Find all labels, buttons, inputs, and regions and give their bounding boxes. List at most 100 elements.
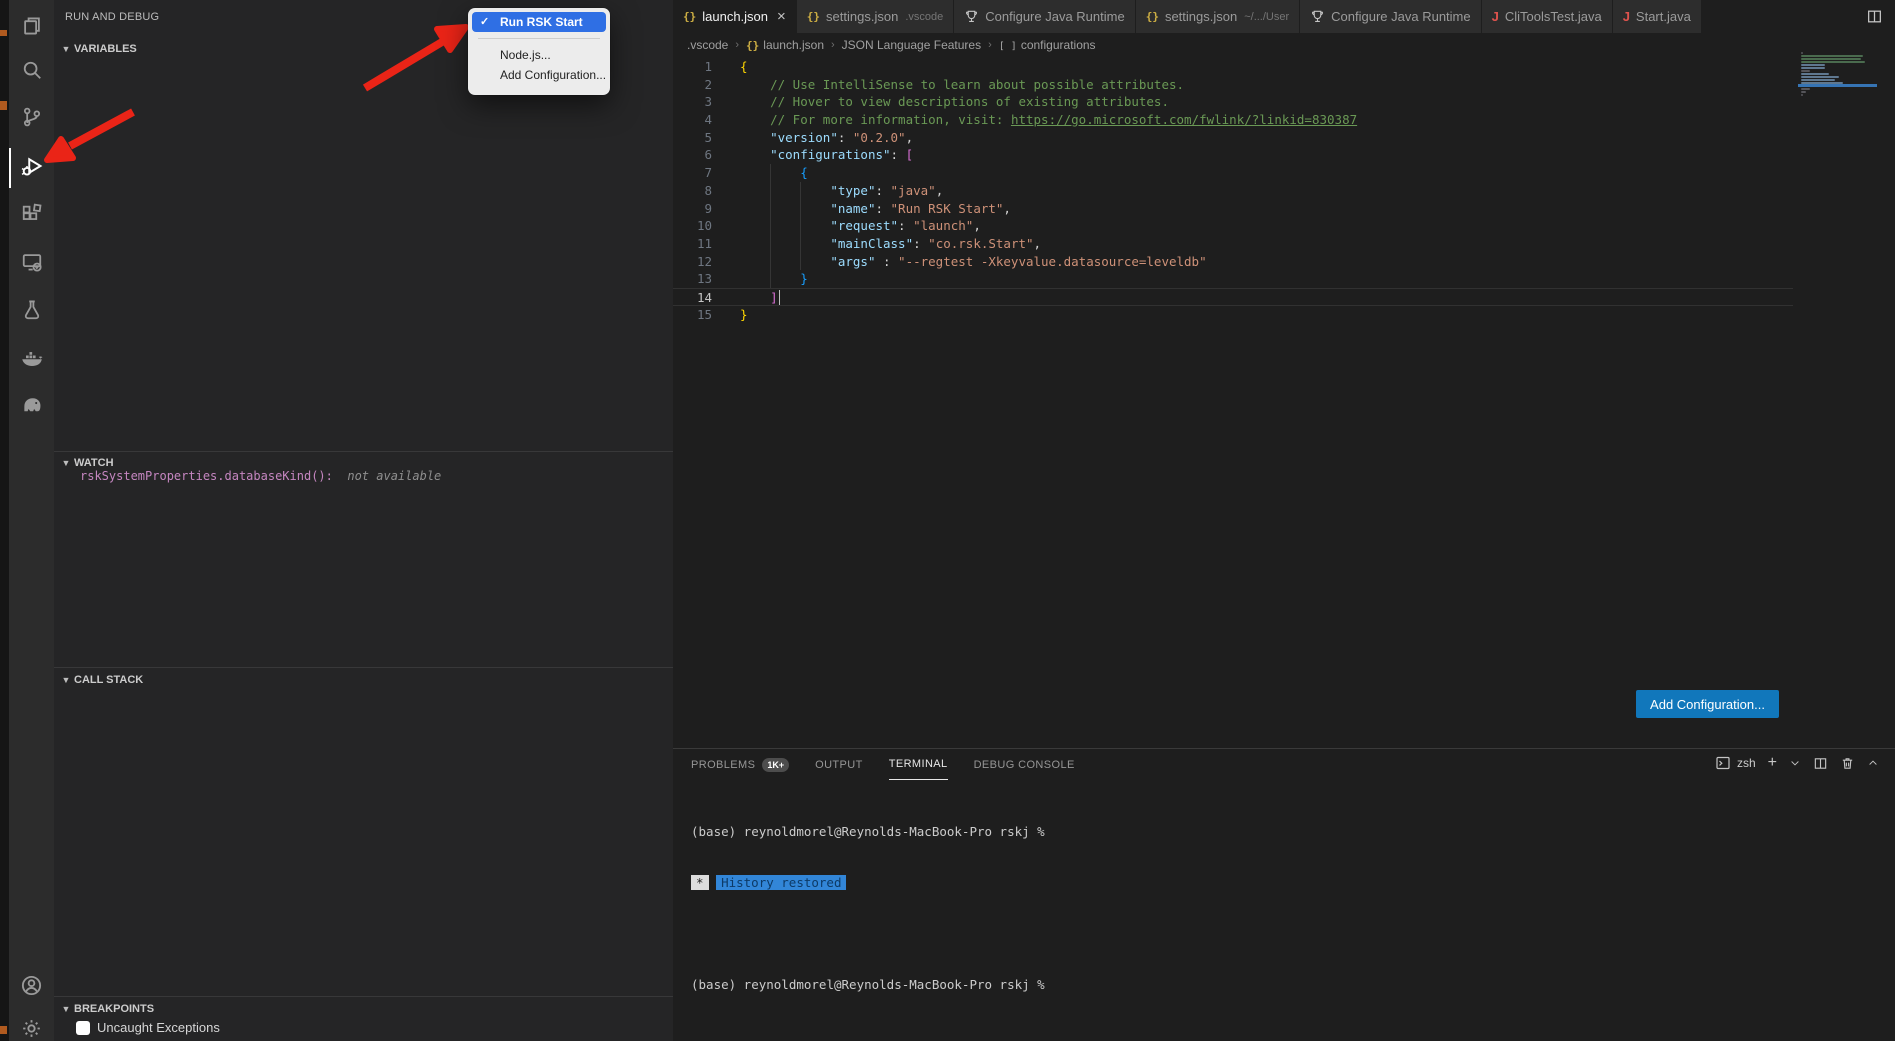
code-line-13: 13 } <box>673 270 1793 288</box>
tab-configure-java-runtime[interactable]: Configure Java Runtime <box>954 0 1135 33</box>
line-number: 8 <box>673 182 712 200</box>
tab-launch-json[interactable]: {}launch.json× <box>673 0 797 33</box>
tab-settings-json[interactable]: {}settings.json.vscode <box>797 0 954 33</box>
shell-name[interactable]: zsh <box>1737 756 1756 770</box>
docker-whale-icon <box>20 345 44 374</box>
split-editor-icon[interactable] <box>1866 8 1883 25</box>
bottom-panel: PROBLEMS1K+ OUTPUT TERMINAL DEBUG CONSOLE z… <box>673 748 1895 1041</box>
sidebar-item-run-and-debug[interactable] <box>9 148 54 188</box>
line-number: 13 <box>673 270 712 288</box>
line-number: 7 <box>673 164 712 182</box>
chevron-down-icon: ▼ <box>58 1004 74 1014</box>
code-line-11: 11 "mainClass": "co.rsk.Start", <box>673 235 1793 253</box>
menu-item-nodejs[interactable]: Node.js... <box>472 45 606 65</box>
line-number: 14 <box>673 289 712 307</box>
line-number: 3 <box>673 93 712 111</box>
editor-area: {}launch.json×{}settings.json.vscodeConf… <box>673 0 1895 748</box>
minimap-current-line-bar <box>1798 84 1877 87</box>
flask-icon <box>21 298 43 325</box>
terminal-history-line: * History restored <box>691 874 1045 891</box>
problems-count-badge: 1K+ <box>762 758 789 772</box>
activity-bar <box>9 0 54 1041</box>
json-braces-icon: {} <box>746 39 759 52</box>
sidebar-item-docker[interactable] <box>9 339 54 379</box>
elephant-icon <box>20 393 44 422</box>
minimap[interactable] <box>1801 52 1871 97</box>
run-and-debug-sidebar: RUN AND DEBUG ⚙ ⋯ ▼ VARIABLES ▼ WATCH rs… <box>54 0 673 1041</box>
split-terminal-icon[interactable] <box>1813 756 1828 771</box>
array-symbol-icon: [ ] <box>999 41 1017 52</box>
java-runtime-cup-icon <box>1310 9 1325 24</box>
code-line-10: 10 "request": "launch", <box>673 217 1793 235</box>
sidebar-item-source-control[interactable] <box>9 99 54 139</box>
json-braces-icon: {} <box>807 10 820 23</box>
breadcrumb-item[interactable]: JSON Language Features <box>842 38 981 52</box>
kill-terminal-trash-icon[interactable] <box>1840 756 1855 771</box>
line-number: 5 <box>673 129 712 147</box>
code-line-15: 15} <box>673 306 1793 324</box>
sidebar-item-explorer[interactable] <box>9 8 54 48</box>
line-number: 2 <box>673 76 712 94</box>
code-line-12: 12 "args" : "--regtest -Xkeyvalue.dataso… <box>673 253 1793 271</box>
code-editor[interactable]: 1{2 // Use IntelliSense to learn about p… <box>673 58 1895 323</box>
line-number: 12 <box>673 253 712 271</box>
menu-item-add-configuration[interactable]: Add Configuration... <box>472 65 606 85</box>
close-icon[interactable]: × <box>777 8 786 25</box>
sidebar-item-extensions[interactable] <box>9 195 54 235</box>
panel-tab-debug-console[interactable]: DEBUG CONSOLE <box>974 749 1075 780</box>
source-control-icon <box>21 106 43 133</box>
search-icon <box>21 59 43 86</box>
terminal-prompt-line: (base) reynoldmorel@Reynolds-MacBook-Pro… <box>691 823 1045 840</box>
debug-config-dropdown-menu: ✓ Run RSK Start Node.js... Add Configura… <box>468 8 610 95</box>
debug-icon <box>21 154 45 183</box>
activity-bar-accounts-button[interactable] <box>9 968 54 1008</box>
check-icon: ✓ <box>480 12 489 32</box>
chevron-down-icon: ▼ <box>58 458 74 468</box>
breadcrumb-item[interactable]: {}launch.json <box>746 38 824 52</box>
sidebar-item-remote-explorer[interactable] <box>9 244 54 284</box>
watch-expression[interactable]: rskSystemProperties.databaseKind(): not … <box>80 469 441 483</box>
panel-tab-bar: PROBLEMS1K+ OUTPUT TERMINAL DEBUG CONSOLE <box>691 749 1075 780</box>
add-configuration-button[interactable]: Add Configuration... <box>1636 690 1779 718</box>
terminal-prompt-line: (base) reynoldmorel@Reynolds-MacBook-Pro… <box>691 976 1045 993</box>
activity-bar-settings-button[interactable] <box>9 1011 54 1041</box>
code-line-4: 4 // For more information, visit: https:… <box>673 111 1793 129</box>
tab-settings-json[interactable]: {}settings.json~/.../User <box>1136 0 1300 33</box>
sidebar-item-search[interactable] <box>9 52 54 92</box>
background-window-sliver <box>0 0 9 1041</box>
menu-item-run-rsk-start[interactable]: ✓ Run RSK Start <box>472 12 606 32</box>
tab-clitoolstest-java[interactable]: JCliToolsTest.java <box>1482 0 1613 33</box>
code-line-1: 1{ <box>673 58 1793 76</box>
files-icon <box>21 15 43 42</box>
panel-tab-output[interactable]: OUTPUT <box>815 749 863 780</box>
sidebar-item-gradle[interactable] <box>9 387 54 427</box>
sidebar-title: RUN AND DEBUG <box>65 11 159 23</box>
line-number: 6 <box>673 146 712 164</box>
extensions-icon <box>21 202 43 229</box>
line-number: 10 <box>673 217 712 235</box>
java-runtime-cup-icon <box>964 9 979 24</box>
uncaught-exceptions-checkbox[interactable] <box>76 1021 90 1035</box>
maximize-panel-chevron-icon[interactable] <box>1867 757 1879 769</box>
line-number: 15 <box>673 306 712 324</box>
code-line-6: 6 "configurations": [ <box>673 146 1793 164</box>
java-file-icon: J <box>1623 9 1630 24</box>
tab-configure-java-runtime[interactable]: Configure Java Runtime <box>1300 0 1481 33</box>
section-breakpoints[interactable]: ▼ BREAKPOINTS <box>54 998 673 1020</box>
account-icon <box>20 974 43 1002</box>
tab-start-java[interactable]: JStart.java <box>1613 0 1702 33</box>
panel-tab-terminal[interactable]: TERMINAL <box>889 749 948 780</box>
breadcrumb-item[interactable]: [ ]configurations <box>999 38 1096 52</box>
breadcrumb-item[interactable]: .vscode <box>687 38 728 52</box>
code-line-7: 7 { <box>673 164 1793 182</box>
breadcrumb[interactable]: .vscode›{}launch.json›JSON Language Feat… <box>673 33 1895 56</box>
chevron-down-icon: ▼ <box>58 44 74 54</box>
launch-profile-chevron-icon[interactable] <box>1789 757 1801 769</box>
terminal-icon <box>1715 755 1731 771</box>
code-line-9: 9 "name": "Run RSK Start", <box>673 200 1793 218</box>
section-call-stack[interactable]: ▼ CALL STACK <box>54 669 673 691</box>
new-terminal-icon[interactable]: + <box>1768 754 1777 772</box>
sidebar-item-testing[interactable] <box>9 291 54 331</box>
terminal-output[interactable]: (base) reynoldmorel@Reynolds-MacBook-Pro… <box>691 789 1045 1027</box>
panel-tab-problems[interactable]: PROBLEMS1K+ <box>691 749 789 780</box>
